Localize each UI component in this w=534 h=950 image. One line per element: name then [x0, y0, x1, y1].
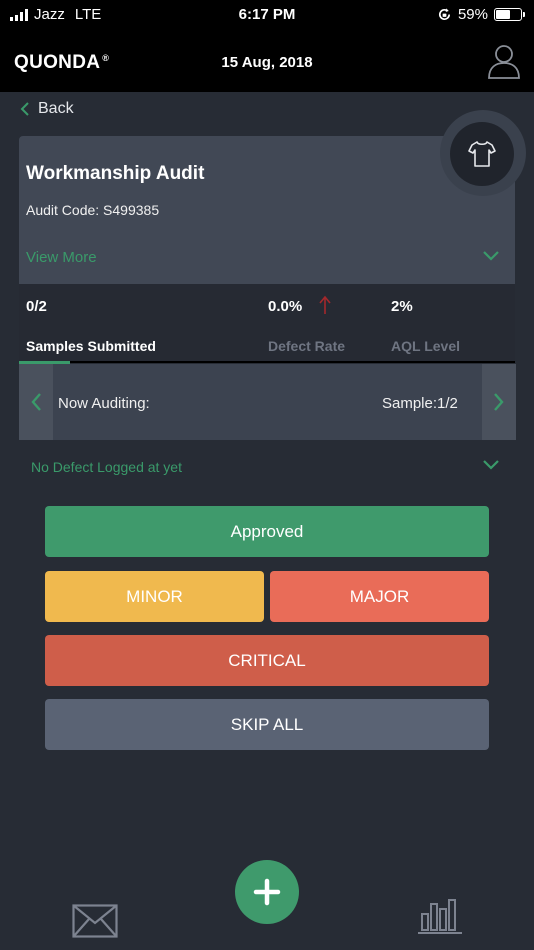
samples-value: 0/2: [26, 298, 47, 315]
audit-code: Audit Code: S499385: [26, 202, 160, 218]
sample-count: Sample:1/2: [382, 395, 458, 412]
chevron-right-icon: [494, 393, 504, 411]
add-button[interactable]: [235, 860, 299, 924]
back-label: Back: [38, 100, 74, 117]
reports-button[interactable]: [418, 896, 462, 941]
tab-aql-level[interactable]: AQL Level: [391, 338, 460, 354]
bar-chart-icon: [418, 899, 462, 934]
chevron-down-icon: [483, 460, 499, 470]
view-more-link[interactable]: View More: [26, 249, 97, 266]
arrow-up-icon: [318, 295, 332, 320]
messages-button[interactable]: [72, 904, 118, 943]
next-sample-button[interactable]: [482, 364, 516, 440]
major-defect-button[interactable]: MAJOR: [270, 571, 489, 622]
back-button[interactable]: Back: [20, 100, 74, 118]
profile-button[interactable]: [486, 42, 522, 80]
rotation-lock-icon: [438, 8, 450, 21]
chevron-left-icon: [20, 102, 29, 116]
critical-defect-button[interactable]: CRITICAL: [45, 635, 489, 686]
tab-samples-submitted[interactable]: Samples Submitted: [26, 338, 156, 354]
defect-list-toggle[interactable]: [482, 458, 500, 476]
view-more-toggle[interactable]: [482, 249, 500, 267]
defect-status-message: No Defect Logged at yet: [31, 459, 182, 475]
now-auditing-label: Now Auditing:: [58, 395, 150, 412]
previous-sample-button[interactable]: [19, 364, 53, 440]
user-icon: [488, 45, 520, 79]
header-date: 15 Aug, 2018: [221, 54, 313, 71]
plus-icon: [253, 878, 281, 906]
minor-defect-button[interactable]: MINOR: [45, 571, 264, 622]
shirt-icon: [468, 141, 496, 167]
tab-defect-rate[interactable]: Defect Rate: [268, 338, 345, 354]
battery-percent: 59%: [457, 6, 488, 23]
approved-button[interactable]: Approved: [45, 506, 489, 557]
battery-icon: [494, 8, 525, 21]
product-badge[interactable]: [450, 122, 514, 186]
chevron-down-icon: [483, 251, 499, 261]
audit-title: Workmanship Audit: [26, 163, 205, 184]
aql-value: 2%: [391, 298, 413, 315]
skip-all-button[interactable]: SKIP ALL: [45, 699, 489, 750]
defect-rate-value: 0.0%: [268, 298, 303, 315]
status-right: 59%: [437, 6, 525, 23]
chevron-left-icon: [31, 393, 41, 411]
mail-icon: [72, 904, 118, 938]
tab-divider: [19, 361, 515, 363]
